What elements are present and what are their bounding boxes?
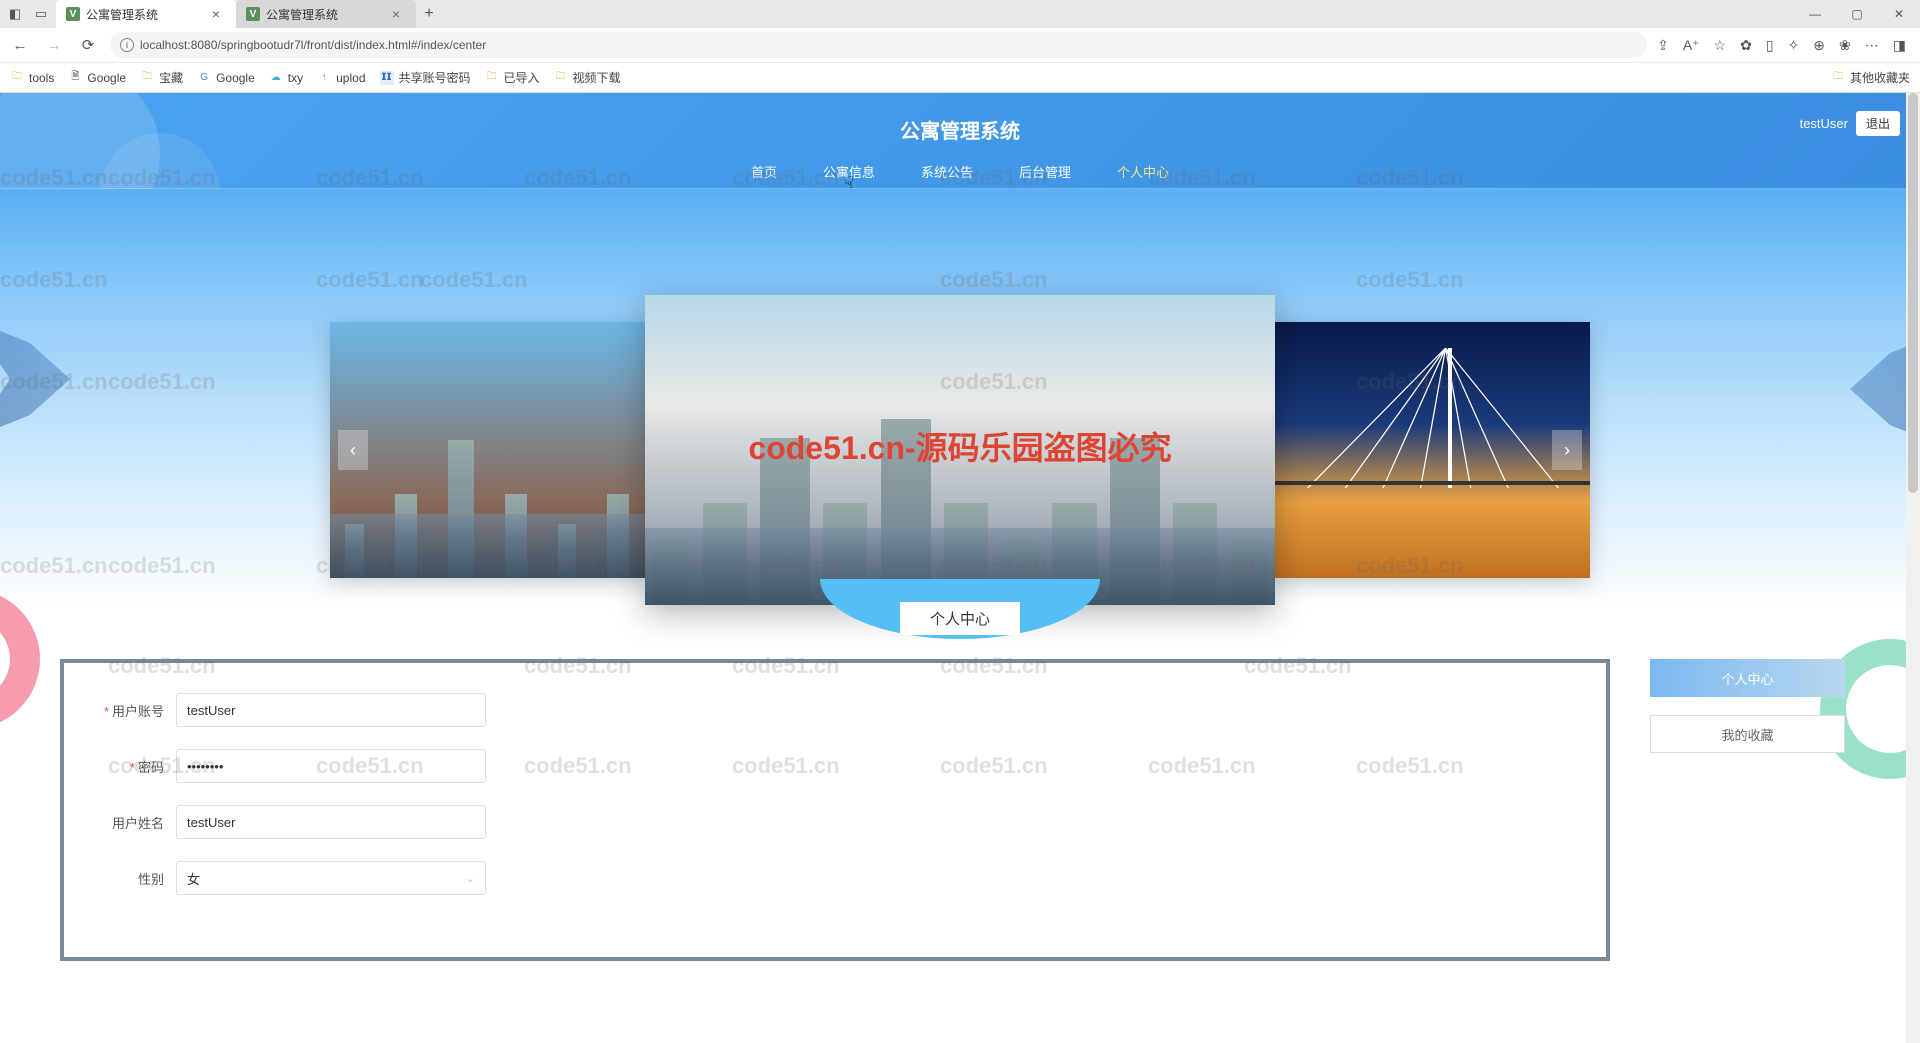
back-button[interactable]: ← bbox=[8, 33, 32, 57]
logout-button[interactable]: 退出 bbox=[1856, 111, 1900, 136]
pink-ring-decoration bbox=[0, 589, 40, 729]
cloud-icon: ☁ bbox=[269, 71, 283, 85]
key-icon: 𝗜𝗜 bbox=[380, 71, 394, 85]
nav-apartment-info[interactable]: 公寓信息 bbox=[819, 156, 879, 187]
sidebar-icon[interactable]: ◨ bbox=[1893, 37, 1906, 54]
close-window-button[interactable]: ✕ bbox=[1878, 0, 1920, 28]
scrollbar-track[interactable] bbox=[1906, 93, 1920, 1043]
form-item-account: 用户账号 bbox=[84, 693, 1586, 727]
bookmark-google[interactable]: 🗎Google bbox=[68, 71, 126, 85]
chevron-down-icon: ⌄ bbox=[466, 872, 475, 885]
bookmark-video[interactable]: 🗀视频下载 bbox=[554, 69, 621, 86]
split-icon[interactable]: ▯ bbox=[1766, 37, 1774, 54]
select-gender[interactable]: 女 ⌄ bbox=[176, 861, 486, 895]
tab-title: 公寓管理系统 bbox=[266, 6, 338, 23]
bookmark-others[interactable]: 🗀其他收藏夹 bbox=[1831, 69, 1910, 86]
close-icon[interactable]: × bbox=[212, 6, 220, 22]
browser-chrome: ◧ ▭ V 公寓管理系统 × V 公寓管理系统 × + — ▢ ✕ ← → ⟳ bbox=[0, 0, 1920, 93]
form-item-gender: 性别 女 ⌄ bbox=[84, 861, 1586, 895]
input-password[interactable] bbox=[176, 749, 486, 783]
site-info-icon[interactable]: i bbox=[120, 38, 134, 52]
browser-tab-2[interactable]: V 公寓管理系统 × bbox=[236, 0, 416, 28]
side-panel: 个人中心 我的收藏 bbox=[1650, 659, 1860, 961]
label-password: 密码 bbox=[84, 757, 176, 776]
bookmark-google2[interactable]: GGoogle bbox=[197, 71, 255, 85]
browser-tab-1[interactable]: V 公寓管理系统 × bbox=[56, 0, 236, 28]
upload-icon: ↑ bbox=[317, 71, 331, 85]
folder-icon: 🗀 bbox=[1831, 71, 1845, 85]
address-bar[interactable]: i localhost:8080/springbootudr7l/front/d… bbox=[110, 32, 1647, 58]
bookmarks-bar: 🗀tools 🗎Google 🗀宝藏 GGoogle ☁txy ↑uplod 𝗜… bbox=[0, 62, 1920, 92]
leaf-decoration bbox=[0, 319, 70, 439]
carousel: ‹ bbox=[330, 295, 1590, 605]
bookmark-share-pw[interactable]: 𝗜𝗜共享账号密码 bbox=[380, 69, 471, 86]
profile-icon[interactable]: ◧ bbox=[8, 7, 22, 21]
carousel-slide-next[interactable]: › bbox=[1275, 322, 1590, 578]
nav-admin[interactable]: 后台管理 bbox=[1015, 156, 1075, 187]
app-header: 公寓管理系统 testUser 退出 首页 公寓信息 系统公告 后台管理 个人中… bbox=[0, 93, 1920, 189]
carousel-slide-prev[interactable]: ‹ bbox=[330, 322, 645, 578]
puzzle-icon[interactable]: ✿ bbox=[1740, 37, 1752, 54]
carousel-prev-button[interactable]: ‹ bbox=[338, 430, 368, 470]
app-title: 公寓管理系统 bbox=[900, 115, 1020, 144]
vue-favicon-icon: V bbox=[66, 7, 80, 21]
collections-icon[interactable]: ✧ bbox=[1788, 37, 1800, 54]
content-row: 用户账号 密码 用户姓名 性别 女 ⌄ 个人中心 我的收藏 bbox=[0, 609, 1920, 961]
folder-icon: 🗀 bbox=[140, 71, 154, 85]
scrollbar-thumb[interactable] bbox=[1908, 93, 1918, 493]
forward-button[interactable]: → bbox=[42, 33, 66, 57]
bookmark-uplod[interactable]: ↑uplod bbox=[317, 71, 365, 85]
tabstrip-icon[interactable]: ▭ bbox=[34, 7, 48, 21]
share-icon[interactable]: ⇪ bbox=[1657, 37, 1669, 54]
favorite-icon[interactable]: ☆ bbox=[1714, 37, 1727, 54]
input-account[interactable] bbox=[176, 693, 486, 727]
close-icon[interactable]: × bbox=[392, 6, 400, 22]
downloads-icon[interactable]: ⊕ bbox=[1813, 37, 1825, 54]
maximize-button[interactable]: ▢ bbox=[1836, 0, 1878, 28]
label-name: 用户姓名 bbox=[84, 813, 176, 832]
vue-favicon-icon: V bbox=[246, 7, 260, 21]
bookmark-txy[interactable]: ☁txy bbox=[269, 71, 303, 85]
new-tab-button[interactable]: + bbox=[416, 1, 442, 27]
form-item-password: 密码 bbox=[84, 749, 1586, 783]
page-viewport: 公寓管理系统 testUser 退出 首页 公寓信息 系统公告 后台管理 个人中… bbox=[0, 93, 1920, 1043]
nav-user-center[interactable]: 个人中心 bbox=[1113, 156, 1173, 187]
nav-home[interactable]: 首页 bbox=[747, 156, 781, 187]
bookmark-tools[interactable]: 🗀tools bbox=[10, 71, 54, 85]
bookmark-imported[interactable]: 🗀已导入 bbox=[485, 69, 540, 86]
section-title: 个人中心 bbox=[900, 602, 1020, 635]
carousel-slide-current[interactable] bbox=[645, 295, 1275, 605]
tab-title: 公寓管理系统 bbox=[86, 6, 158, 23]
side-user-center[interactable]: 个人中心 bbox=[1650, 659, 1845, 697]
performance-icon[interactable]: ❀ bbox=[1839, 37, 1851, 54]
page-icon: 🗎 bbox=[68, 71, 82, 85]
google-icon: G bbox=[197, 71, 211, 85]
label-gender: 性别 bbox=[84, 869, 176, 888]
carousel-next-button[interactable]: › bbox=[1552, 430, 1582, 470]
bridge-cables bbox=[1307, 348, 1559, 489]
folder-icon: 🗀 bbox=[485, 71, 499, 85]
folder-icon: 🗀 bbox=[554, 71, 568, 85]
url-text: localhost:8080/springbootudr7l/front/dis… bbox=[140, 38, 486, 52]
select-value: 女 bbox=[187, 869, 200, 888]
current-user[interactable]: testUser bbox=[1800, 116, 1848, 131]
form-panel: 用户账号 密码 用户姓名 性别 女 ⌄ bbox=[60, 659, 1610, 961]
bookmark-baozang[interactable]: 🗀宝藏 bbox=[140, 69, 183, 86]
hero-area: ‹ bbox=[0, 189, 1920, 609]
side-my-favorites[interactable]: 我的收藏 bbox=[1650, 715, 1845, 753]
nav-system-notice[interactable]: 系统公告 bbox=[917, 156, 977, 187]
folder-icon: 🗀 bbox=[10, 71, 24, 85]
tabs-row: V 公寓管理系统 × V 公寓管理系统 × + bbox=[56, 0, 1794, 28]
reader-icon[interactable]: A⁺ bbox=[1683, 37, 1700, 54]
address-row: ← → ⟳ i localhost:8080/springbootudr7l/f… bbox=[0, 28, 1920, 62]
more-icon[interactable]: ⋯ bbox=[1865, 37, 1879, 54]
refresh-button[interactable]: ⟳ bbox=[76, 33, 100, 57]
input-name[interactable] bbox=[176, 805, 486, 839]
title-bar: ◧ ▭ V 公寓管理系统 × V 公寓管理系统 × + — ▢ ✕ bbox=[0, 0, 1920, 28]
label-account: 用户账号 bbox=[84, 701, 176, 720]
main-nav: 首页 公寓信息 系统公告 后台管理 个人中心 bbox=[0, 155, 1920, 189]
minimize-button[interactable]: — bbox=[1794, 0, 1836, 28]
form-item-name: 用户姓名 bbox=[84, 805, 1586, 839]
